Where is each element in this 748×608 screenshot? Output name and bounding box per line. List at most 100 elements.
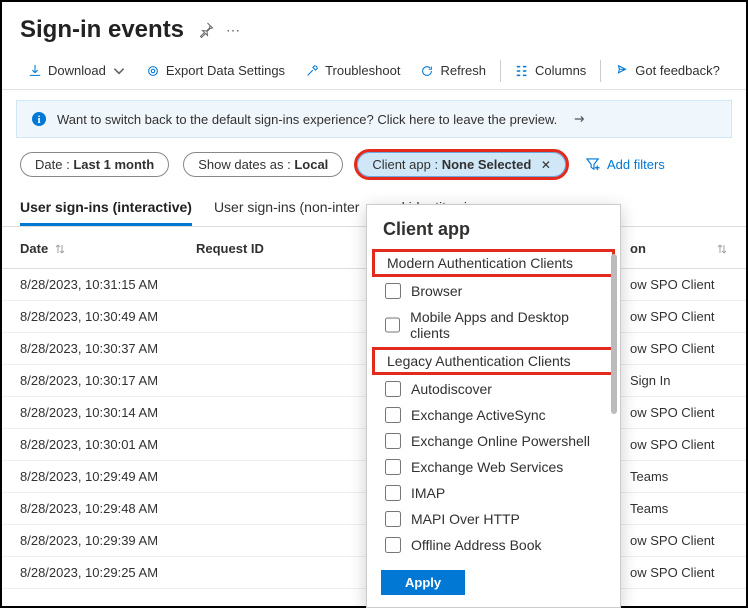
cell-date: 8/28/2023, 10:30:17 AM xyxy=(20,373,196,388)
cell-date: 8/28/2023, 10:30:37 AM xyxy=(20,341,196,356)
filter-date-label: Date : xyxy=(35,157,70,172)
columns-button[interactable]: Columns xyxy=(505,58,596,83)
dropdown-option[interactable]: Mobile Apps and Desktop clients xyxy=(367,304,620,346)
option-label: Autodiscover xyxy=(411,381,492,397)
filter-clientapp-label: Client app : xyxy=(372,157,438,172)
cell-date: 8/28/2023, 10:30:14 AM xyxy=(20,405,196,420)
troubleshoot-label: Troubleshoot xyxy=(325,63,400,78)
refresh-button[interactable]: Refresh xyxy=(410,58,496,83)
client-app-dropdown: Client app Modern Authentication Clients… xyxy=(366,204,621,608)
dropdown-option[interactable]: Browser xyxy=(367,278,620,304)
filter-clientapp-value: None Selected xyxy=(442,157,532,172)
feedback-icon xyxy=(615,64,629,78)
sort-icon[interactable] xyxy=(716,243,728,255)
cell-app: Sign In xyxy=(620,373,728,388)
add-filters-label: Add filters xyxy=(607,157,665,172)
filter-date-value: Last 1 month xyxy=(73,157,154,172)
col-request-header[interactable]: Request ID xyxy=(196,241,264,256)
cell-date: 8/28/2023, 10:30:49 AM xyxy=(20,309,196,324)
more-icon[interactable]: ⋯ xyxy=(226,22,240,39)
checkbox[interactable] xyxy=(385,283,401,299)
filter-showdates-value: Local xyxy=(294,157,328,172)
feedback-label: Got feedback? xyxy=(635,63,720,78)
svg-text:i: i xyxy=(37,114,40,126)
scrollbar-thumb[interactable] xyxy=(611,254,617,414)
option-label: IMAP xyxy=(411,485,445,501)
dropdown-option[interactable]: Autodiscover xyxy=(367,376,620,402)
apply-button[interactable]: Apply xyxy=(381,570,465,595)
feedback-button[interactable]: Got feedback? xyxy=(605,58,730,83)
cell-app: ow SPO Client xyxy=(620,565,728,580)
cell-date: 8/28/2023, 10:31:15 AM xyxy=(20,277,196,292)
tab-1[interactable]: User sign-ins (non-inter xyxy=(214,191,360,226)
option-label: Offline Address Book xyxy=(411,537,541,553)
info-banner[interactable]: i Want to switch back to the default sig… xyxy=(16,100,732,138)
col-app-header[interactable]: on xyxy=(630,241,646,256)
toolbar-separator xyxy=(500,60,501,82)
chevron-down-icon xyxy=(112,64,126,78)
checkbox[interactable] xyxy=(385,485,401,501)
dropdown-option[interactable]: Offline Address Book xyxy=(367,532,620,558)
checkbox[interactable] xyxy=(385,511,401,527)
checkbox[interactable] xyxy=(385,433,401,449)
cell-app: ow SPO Client xyxy=(620,437,728,452)
refresh-label: Refresh xyxy=(440,63,486,78)
export-label: Export Data Settings xyxy=(166,63,285,78)
option-label: MAPI Over HTTP xyxy=(411,511,520,527)
cell-app: ow SPO Client xyxy=(620,277,728,292)
checkbox[interactable] xyxy=(385,459,401,475)
dropdown-option[interactable]: Exchange ActiveSync xyxy=(367,402,620,428)
checkbox[interactable] xyxy=(385,407,401,423)
gear-icon xyxy=(146,64,160,78)
cell-app: ow SPO Client xyxy=(620,341,728,356)
download-button[interactable]: Download xyxy=(18,58,136,83)
troubleshoot-button[interactable]: Troubleshoot xyxy=(295,58,410,83)
section-modern-auth: Modern Authentication Clients xyxy=(373,250,614,276)
wrench-icon xyxy=(305,64,319,78)
cell-date: 8/28/2023, 10:29:48 AM xyxy=(20,501,196,516)
option-label: Exchange ActiveSync xyxy=(411,407,546,423)
columns-icon xyxy=(515,64,529,78)
refresh-icon xyxy=(420,64,434,78)
dropdown-option[interactable]: IMAP xyxy=(367,480,620,506)
cell-date: 8/28/2023, 10:29:49 AM xyxy=(20,469,196,484)
close-icon[interactable]: ✕ xyxy=(541,158,551,172)
filter-date[interactable]: Date : Last 1 month xyxy=(20,152,169,177)
checkbox[interactable] xyxy=(385,317,400,333)
cell-app: Teams xyxy=(620,501,728,516)
columns-label: Columns xyxy=(535,63,586,78)
pin-icon[interactable] xyxy=(198,22,214,38)
option-label: Mobile Apps and Desktop clients xyxy=(410,309,602,341)
download-label: Download xyxy=(48,63,106,78)
filter-show-dates[interactable]: Show dates as : Local xyxy=(183,152,343,177)
option-label: Exchange Online Powershell xyxy=(411,433,590,449)
cell-app: Teams xyxy=(620,469,728,484)
dropdown-option[interactable]: Exchange Web Services xyxy=(367,454,620,480)
dropdown-option[interactable]: MAPI Over HTTP xyxy=(367,506,620,532)
col-date-header[interactable]: Date xyxy=(20,241,48,256)
sort-icon[interactable] xyxy=(54,243,66,255)
filter-client-app[interactable]: Client app : None Selected ✕ xyxy=(357,152,566,177)
cell-app: ow SPO Client xyxy=(620,405,728,420)
banner-text: Want to switch back to the default sign-… xyxy=(57,112,557,127)
cell-date: 8/28/2023, 10:29:39 AM xyxy=(20,533,196,548)
filter-showdates-label: Show dates as : xyxy=(198,157,291,172)
arrow-right-icon xyxy=(573,112,587,126)
info-icon: i xyxy=(31,111,47,127)
cell-date: 8/28/2023, 10:29:25 AM xyxy=(20,565,196,580)
cell-app: ow SPO Client xyxy=(620,533,728,548)
dropdown-option[interactable]: Exchange Online Powershell xyxy=(367,428,620,454)
tab-0[interactable]: User sign-ins (interactive) xyxy=(20,191,192,226)
option-label: Exchange Web Services xyxy=(411,459,563,475)
option-label: Browser xyxy=(411,283,462,299)
checkbox[interactable] xyxy=(385,381,401,397)
filter-add-icon xyxy=(586,157,601,172)
export-button[interactable]: Export Data Settings xyxy=(136,58,295,83)
download-icon xyxy=(28,64,42,78)
toolbar-separator xyxy=(600,60,601,82)
page-title: Sign-in events xyxy=(20,16,184,44)
cell-date: 8/28/2023, 10:30:01 AM xyxy=(20,437,196,452)
dropdown-title: Client app xyxy=(367,205,620,248)
add-filters-button[interactable]: Add filters xyxy=(580,153,671,176)
checkbox[interactable] xyxy=(385,537,401,553)
